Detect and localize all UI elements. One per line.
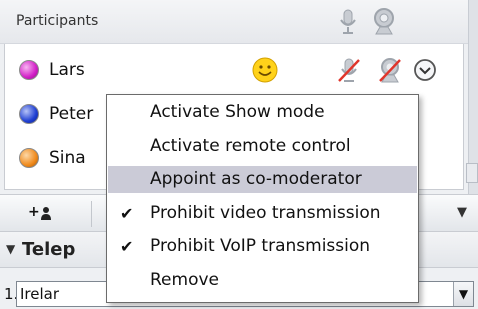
menu-item-label: Prohibit VoIP transmission xyxy=(150,236,371,256)
participant-name: Sina xyxy=(49,148,86,168)
chevron-down-icon[interactable]: ▼ xyxy=(457,205,467,220)
list-scrollbar[interactable] xyxy=(466,163,478,183)
microphone-icon[interactable] xyxy=(335,7,361,37)
menu-item-label: Appoint as co-moderator xyxy=(150,169,362,189)
smiley-icon xyxy=(252,57,278,83)
participant-name: Lars xyxy=(49,60,85,80)
menu-item-prohibit-voip[interactable]: ✔ Prohibit VoIP transmission xyxy=(108,233,417,260)
participant-row-lars[interactable]: Lars xyxy=(5,48,463,94)
participants-header: Participants xyxy=(0,0,468,44)
country-select-value: Irelar xyxy=(20,285,60,303)
collapse-arrow-icon[interactable]: ▼ xyxy=(6,242,15,256)
menu-item-remove[interactable]: Remove xyxy=(108,267,417,294)
options-dropdown-icon[interactable] xyxy=(411,56,439,84)
menu-item-label: Activate Show mode xyxy=(150,102,325,122)
add-participant-button[interactable]: + xyxy=(18,201,92,227)
menu-item-activate-remote-control[interactable]: Activate remote control xyxy=(108,133,417,160)
chevron-down-icon[interactable]: ▼ xyxy=(453,282,473,306)
status-dot-icon xyxy=(19,104,39,124)
webcam-off-icon[interactable] xyxy=(376,56,404,84)
menu-item-appoint-co-moderator[interactable]: Appoint as co-moderator xyxy=(108,166,417,193)
telephony-title: Telep xyxy=(22,239,76,260)
menu-item-activate-show-mode[interactable]: Activate Show mode xyxy=(108,99,417,126)
webcam-icon[interactable] xyxy=(371,7,397,37)
person-icon xyxy=(41,207,51,220)
checkmark-icon: ✔ xyxy=(120,237,134,256)
menu-item-label: Prohibit video transmission xyxy=(150,203,381,223)
status-dot-icon xyxy=(19,148,39,168)
participant-context-menu: Activate Show mode Activate remote contr… xyxy=(106,94,419,303)
participants-title: Participants xyxy=(16,13,99,29)
menu-item-prohibit-video[interactable]: ✔ Prohibit video transmission xyxy=(108,200,417,227)
microphone-muted-icon[interactable] xyxy=(335,56,363,84)
participant-name: Peter xyxy=(49,104,94,124)
status-dot-icon xyxy=(19,60,39,80)
menu-item-label: Activate remote control xyxy=(150,136,351,156)
add-label: + xyxy=(28,204,40,220)
menu-item-label: Remove xyxy=(150,270,219,290)
checkmark-icon: ✔ xyxy=(120,204,134,223)
